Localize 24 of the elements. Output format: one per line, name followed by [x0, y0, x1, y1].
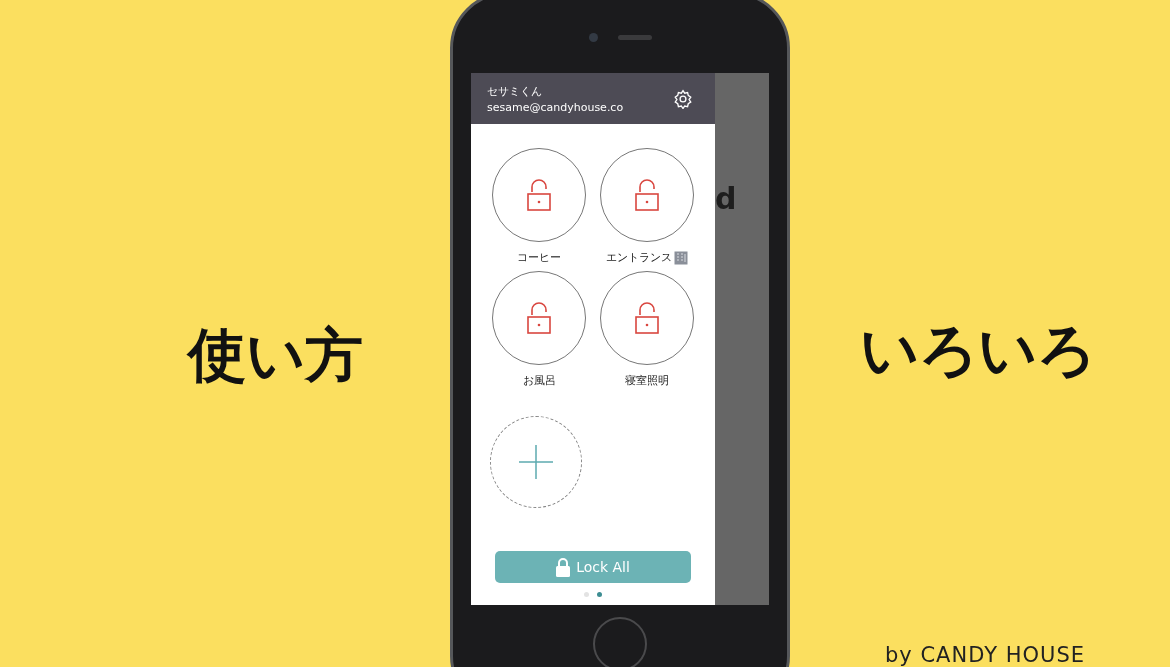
- page-dot[interactable]: [597, 592, 602, 597]
- slide-caption: 使い方: [187, 320, 363, 391]
- lock-label: 寝室照明: [625, 373, 669, 388]
- lock-label: お風呂: [522, 373, 556, 388]
- speaker-slot: [617, 34, 652, 40]
- lock-all-button[interactable]: Lock All: [495, 551, 691, 583]
- page-dot[interactable]: [584, 592, 589, 597]
- user-name: セサミくん: [487, 83, 543, 99]
- open-padlock-icon: [634, 301, 660, 335]
- credit-text: by CANDY HOUSE: [885, 643, 1085, 667]
- lock-label: コーヒー: [517, 250, 561, 265]
- padlock-icon: [556, 557, 571, 577]
- open-padlock-icon: [526, 178, 552, 212]
- open-padlock-icon: [526, 301, 552, 335]
- settings-icon[interactable]: [673, 88, 693, 109]
- user-email: sesame@candyhouse.co: [487, 100, 624, 114]
- building-icon: [674, 250, 688, 265]
- camera-dot: [588, 32, 598, 42]
- open-padlock-icon: [634, 178, 660, 212]
- slide-caption: いろいろ: [860, 315, 1096, 386]
- lock-label: エントランス: [606, 250, 672, 265]
- background-text: d: [715, 181, 737, 217]
- plus-icon: [519, 445, 553, 479]
- home-button[interactable]: [593, 617, 647, 667]
